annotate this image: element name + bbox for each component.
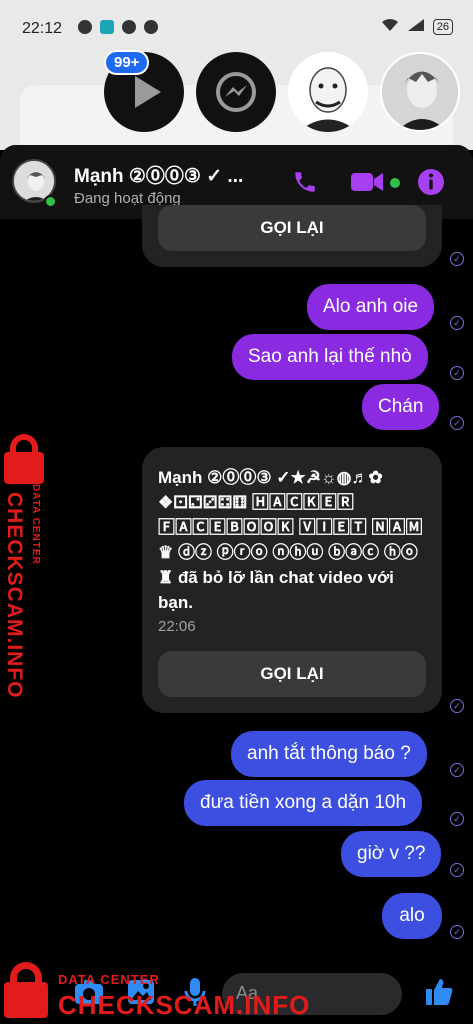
system-icons: 26: [381, 18, 453, 35]
watermark-subtext: DATA CENTER: [58, 972, 160, 987]
message-bubble[interactable]: alo: [382, 893, 442, 939]
seen-indicator: [450, 763, 464, 777]
seen-indicator: [450, 699, 464, 713]
call-back-button[interactable]: GỌI LẠI: [158, 205, 426, 251]
seen-indicator: [450, 316, 464, 330]
missed-video-time: 22:06: [158, 618, 196, 635]
battery-indicator: 26: [432, 18, 453, 35]
app-icon: [100, 20, 114, 34]
chat-window: Mạnh ②⓪⓪③ ✓ ... Đang hoạt động GỌI LẠI ✓…: [0, 145, 473, 1024]
message-bubble[interactable]: anh tắt thông báo ?: [231, 731, 427, 777]
seen-indicator: [450, 252, 464, 266]
message-bubble[interactable]: Alo anh oie: [307, 284, 435, 330]
seen-indicator: [450, 925, 464, 939]
info-button[interactable]: [416, 167, 446, 197]
watermark-text: CHECKSCAM.INFO: [58, 990, 311, 1020]
chat-head-mask-avatar[interactable]: [288, 52, 368, 132]
wifi-icon: [381, 18, 399, 35]
message-bubble[interactable]: đưa tiền xong a dặn 10h: [184, 780, 423, 826]
messenger-bubble[interactable]: [196, 52, 276, 132]
chat-head-anime-avatar[interactable]: [380, 52, 460, 132]
message-bubble[interactable]: giờ v ??: [341, 831, 442, 877]
status-bar: 22:12 26: [0, 0, 473, 50]
missed-video-text: Mạnh ②⓪⓪③ ✓★☭☼◍♬✿ ❖⚀⚁⚂⚃⚅ 🄷🄰🄲🄺🄴🅁 🄵🄰🄲🄴🄱🄾🄾🄺…: [158, 468, 423, 612]
notification-icon: [78, 20, 92, 34]
seen-indicator: [450, 863, 464, 877]
message-bubble[interactable]: Sao anh lại thế nhò: [232, 334, 428, 380]
video-active-dot: [390, 178, 400, 188]
contact-name[interactable]: Mạnh ②⓪⓪③ ✓ ...: [74, 161, 243, 188]
watermark-text: CHECKSCAM.INFO: [3, 492, 26, 699]
video-camera-icon: [351, 173, 383, 191]
phone-icon: [295, 172, 315, 192]
call-back-button[interactable]: GỌI LẠI: [158, 651, 426, 697]
status-time: 22:12: [22, 20, 63, 37]
watermark-side: CHECKSCAM.INFO DATA CENTER: [0, 432, 60, 699]
seen-indicator: [450, 812, 464, 826]
message-bubble[interactable]: Chán: [362, 384, 440, 430]
missed-video-card: Mạnh ②⓪⓪③ ✓★☭☼◍♬✿ ❖⚀⚁⚂⚃⚅ 🄷🄰🄲🄺🄴🅁 🄵🄰🄲🄴🄱🄾🄾🄺…: [142, 447, 442, 713]
info-icon: [418, 169, 444, 195]
watermark-subtext: DATA CENTER: [30, 484, 41, 565]
bolt-icon: [122, 20, 136, 34]
like-button[interactable]: [422, 975, 456, 1009]
online-status-dot: [44, 195, 57, 208]
messenger-icon: [216, 72, 256, 112]
lock-icon-body: [4, 982, 48, 1018]
messenger-small-icon: [144, 20, 158, 34]
watermark-bottom: DATA CENTER CHECKSCAM.INFO: [0, 962, 309, 1024]
chat-heads: [0, 52, 473, 136]
seen-indicator: [450, 366, 464, 380]
seen-indicator: [450, 416, 464, 430]
lock-icon-body: [4, 452, 44, 484]
notification-icons: [78, 20, 158, 34]
thumbs-up-icon: [426, 979, 453, 1005]
signal-icon: [407, 18, 425, 35]
voice-call-button[interactable]: [290, 167, 320, 197]
unread-badge: 99+: [104, 50, 150, 75]
missed-call-card-partial: GỌI LẠI: [142, 205, 442, 267]
video-call-button[interactable]: [350, 167, 384, 197]
